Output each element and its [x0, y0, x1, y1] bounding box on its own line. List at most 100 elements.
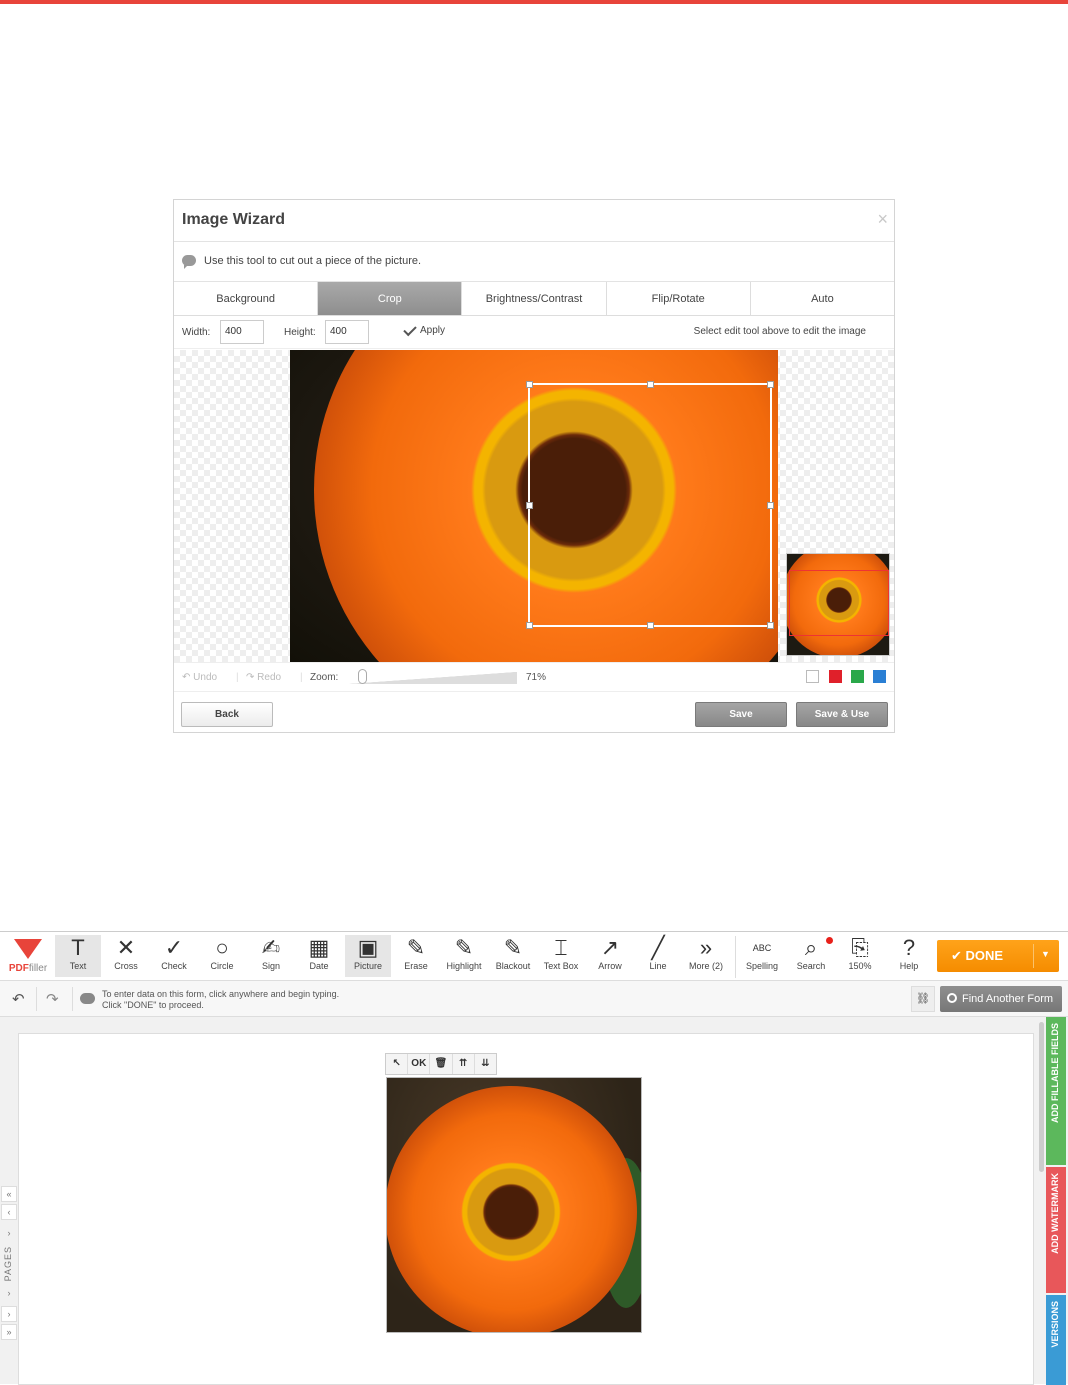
tab-flip-rotate[interactable]: Flip/Rotate	[607, 282, 751, 315]
side-tab-label: VERSIONS	[1050, 1301, 1060, 1348]
done-button[interactable]: ✔ DONE ▼	[937, 940, 1059, 972]
expand-icon[interactable]: ›	[1, 1286, 17, 1302]
save-button[interactable]: Save	[695, 702, 787, 727]
tool-arrow[interactable]: ↗ Arrow	[587, 935, 633, 977]
tool-more[interactable]: » More (2)	[683, 935, 729, 977]
prev-page-icon[interactable]: ‹	[1, 1204, 17, 1220]
move-icon[interactable]: ↖	[386, 1054, 409, 1074]
tool-help[interactable]: ? Help	[886, 935, 932, 977]
tool-date[interactable]: ▦ Date	[296, 935, 342, 977]
text-icon: T	[71, 935, 85, 960]
width-input[interactable]: 400	[220, 320, 264, 344]
expand-icon[interactable]: ›	[1, 1226, 17, 1242]
add-fillable-fields-tab[interactable]: ADD FILLABLE FIELDS	[1046, 1017, 1066, 1165]
pages-rail: « ‹ › PAGES › › »	[0, 1186, 18, 1344]
crop-handle[interactable]	[526, 502, 533, 509]
crop-options: Width: 400 Height: 400 Apply Select edit…	[174, 316, 894, 349]
calendar-icon: ▦	[308, 935, 330, 960]
crop-selection[interactable]	[526, 381, 774, 629]
help-icon: ?	[902, 935, 916, 960]
tool-circle[interactable]: ○ Circle	[199, 935, 245, 977]
tool-label: Arrow	[598, 961, 622, 971]
side-tab-label: ADD FILLABLE FIELDS	[1050, 1023, 1060, 1123]
done-content: ✔ DONE	[951, 948, 1003, 964]
zoom-slider-track[interactable]	[349, 672, 517, 684]
swatch-blue[interactable]	[873, 670, 886, 683]
logo-name-1: PDF	[8, 963, 29, 974]
tool-label: 150%	[848, 961, 872, 971]
cross-icon: ✕	[116, 935, 136, 960]
find-another-form-button[interactable]: Find Another Form	[940, 986, 1062, 1012]
dialog-hint: Use this tool to cut out a piece of the …	[174, 242, 894, 282]
ok-button[interactable]: OK	[408, 1054, 431, 1074]
notification-dot	[826, 937, 833, 944]
apply-button[interactable]: Apply	[403, 322, 445, 336]
tab-brightness-contrast[interactable]: Brightness/Contrast	[462, 282, 607, 315]
check-icon: ✓	[164, 935, 184, 960]
undo-button[interactable]: ↶ Undo	[182, 672, 217, 683]
tool-zoom[interactable]: ⎘ 150%	[837, 935, 883, 977]
tab-background[interactable]: Background	[174, 282, 319, 315]
crop-handle[interactable]	[767, 502, 774, 509]
tool-text-box[interactable]: ⌶ Text Box	[538, 935, 584, 977]
dropdown-arrow-icon[interactable]: ▼	[1041, 949, 1050, 959]
tool-spelling[interactable]: ABC Spelling	[739, 935, 785, 977]
add-watermark-tab[interactable]: ADD WATERMARK	[1046, 1167, 1066, 1293]
swatch-red[interactable]	[829, 670, 842, 683]
image-canvas[interactable]	[174, 350, 894, 662]
info-line-2: Click "DONE" to proceed.	[102, 1000, 204, 1010]
crop-handle[interactable]	[647, 381, 654, 388]
tab-crop[interactable]: Crop	[318, 282, 463, 315]
tool-label: Erase	[404, 961, 428, 971]
next-page-icon[interactable]: ›	[1, 1306, 17, 1322]
pdffiller-logo[interactable]: PDFfiller	[4, 937, 52, 977]
redo-button[interactable]: ↷ Redo	[246, 672, 281, 683]
tab-auto[interactable]: Auto	[751, 282, 894, 315]
crop-handle[interactable]	[767, 381, 774, 388]
preview-thumbnail	[786, 553, 890, 656]
tool-highlight[interactable]: ✎ Highlight	[441, 935, 487, 977]
first-page-icon[interactable]: «	[1, 1186, 17, 1202]
divider	[72, 987, 73, 1011]
tool-line[interactable]: ╱ Line	[635, 935, 681, 977]
versions-tab[interactable]: VERSIONS	[1046, 1295, 1066, 1385]
circle-icon: ○	[215, 935, 229, 960]
delete-icon[interactable]: 🗑	[430, 1054, 453, 1074]
tool-label: Cross	[114, 961, 138, 971]
crop-handle[interactable]	[767, 622, 774, 629]
last-page-icon[interactable]: »	[1, 1324, 17, 1340]
tool-label: Check	[161, 961, 187, 971]
close-icon[interactable]: ×	[877, 209, 888, 230]
undo-icon[interactable]: ↶	[12, 990, 25, 1008]
text-box-icon: ⌶	[554, 935, 568, 960]
bring-forward-icon[interactable]: ⇈	[453, 1054, 475, 1074]
swatch-white[interactable]	[806, 670, 819, 683]
crop-handle[interactable]	[647, 622, 654, 629]
tool-check[interactable]: ✓ Check	[151, 935, 197, 977]
tool-label: Sign	[261, 961, 280, 971]
object-toolbar: ↖ OK 🗑 ⇈ ⇊	[385, 1053, 497, 1075]
crop-handle[interactable]	[526, 381, 533, 388]
dialog-title: Image Wizard	[182, 211, 285, 228]
zoom-bar: ↶ Undo | ↷ Redo | Zoom: 71%	[174, 662, 894, 692]
dialog-header: Image Wizard ×	[174, 200, 894, 242]
tool-text[interactable]: T Text	[55, 935, 101, 977]
tool-cross[interactable]: ✕ Cross	[103, 935, 149, 977]
back-button[interactable]: Back	[181, 702, 273, 727]
tool-sign[interactable]: ✍ Sign	[248, 935, 294, 977]
crop-handle[interactable]	[526, 622, 533, 629]
save-and-use-button[interactable]: Save & Use	[796, 702, 888, 727]
redo-icon[interactable]: ↷	[46, 990, 59, 1008]
tool-erase[interactable]: ✎ Erase	[393, 935, 439, 977]
send-backward-icon[interactable]: ⇊	[475, 1054, 496, 1074]
tool-picture[interactable]: ▣ Picture	[345, 935, 391, 977]
top-accent-bar	[0, 0, 1068, 4]
vertical-scrollbar[interactable]	[1039, 1022, 1044, 1172]
tool-blackout[interactable]: ✎ Blackout	[490, 935, 536, 977]
zoom-slider-knob[interactable]	[358, 669, 367, 684]
link-icon[interactable]: ⛓	[911, 986, 935, 1012]
edit-tool-hint: Select edit tool above to edit the image	[693, 326, 866, 337]
placed-picture[interactable]	[386, 1077, 642, 1333]
height-input[interactable]: 400	[325, 320, 369, 344]
swatch-green[interactable]	[851, 670, 864, 683]
